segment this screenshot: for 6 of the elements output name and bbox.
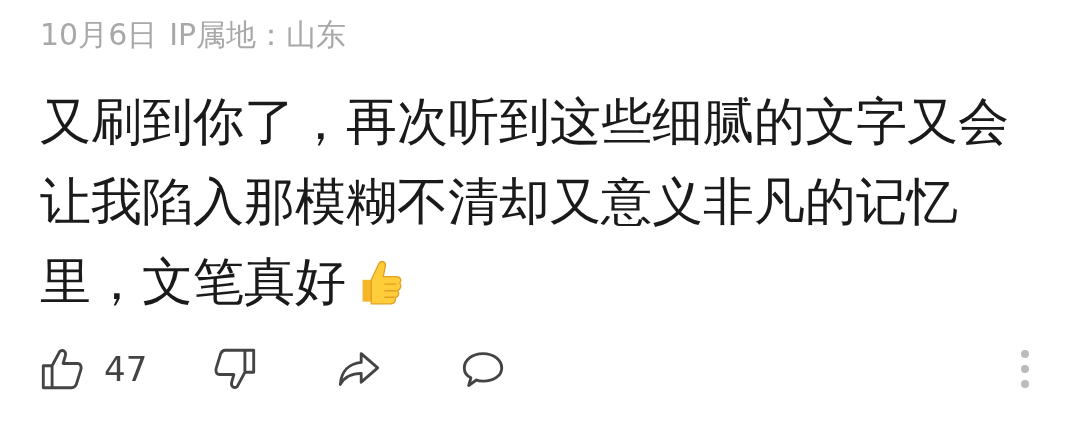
ip-location: IP属地：山东: [169, 15, 347, 54]
comment-date: 10月6日: [40, 15, 158, 54]
comment-line: 让我陷入那模糊不清却又意义非凡的记忆: [40, 171, 958, 233]
comment-line: 里，文笔真好: [40, 251, 346, 313]
comment-line: 又刷到你了，再次听到这些细腻的文字又会: [40, 91, 1009, 153]
like-count: 47: [104, 349, 148, 389]
